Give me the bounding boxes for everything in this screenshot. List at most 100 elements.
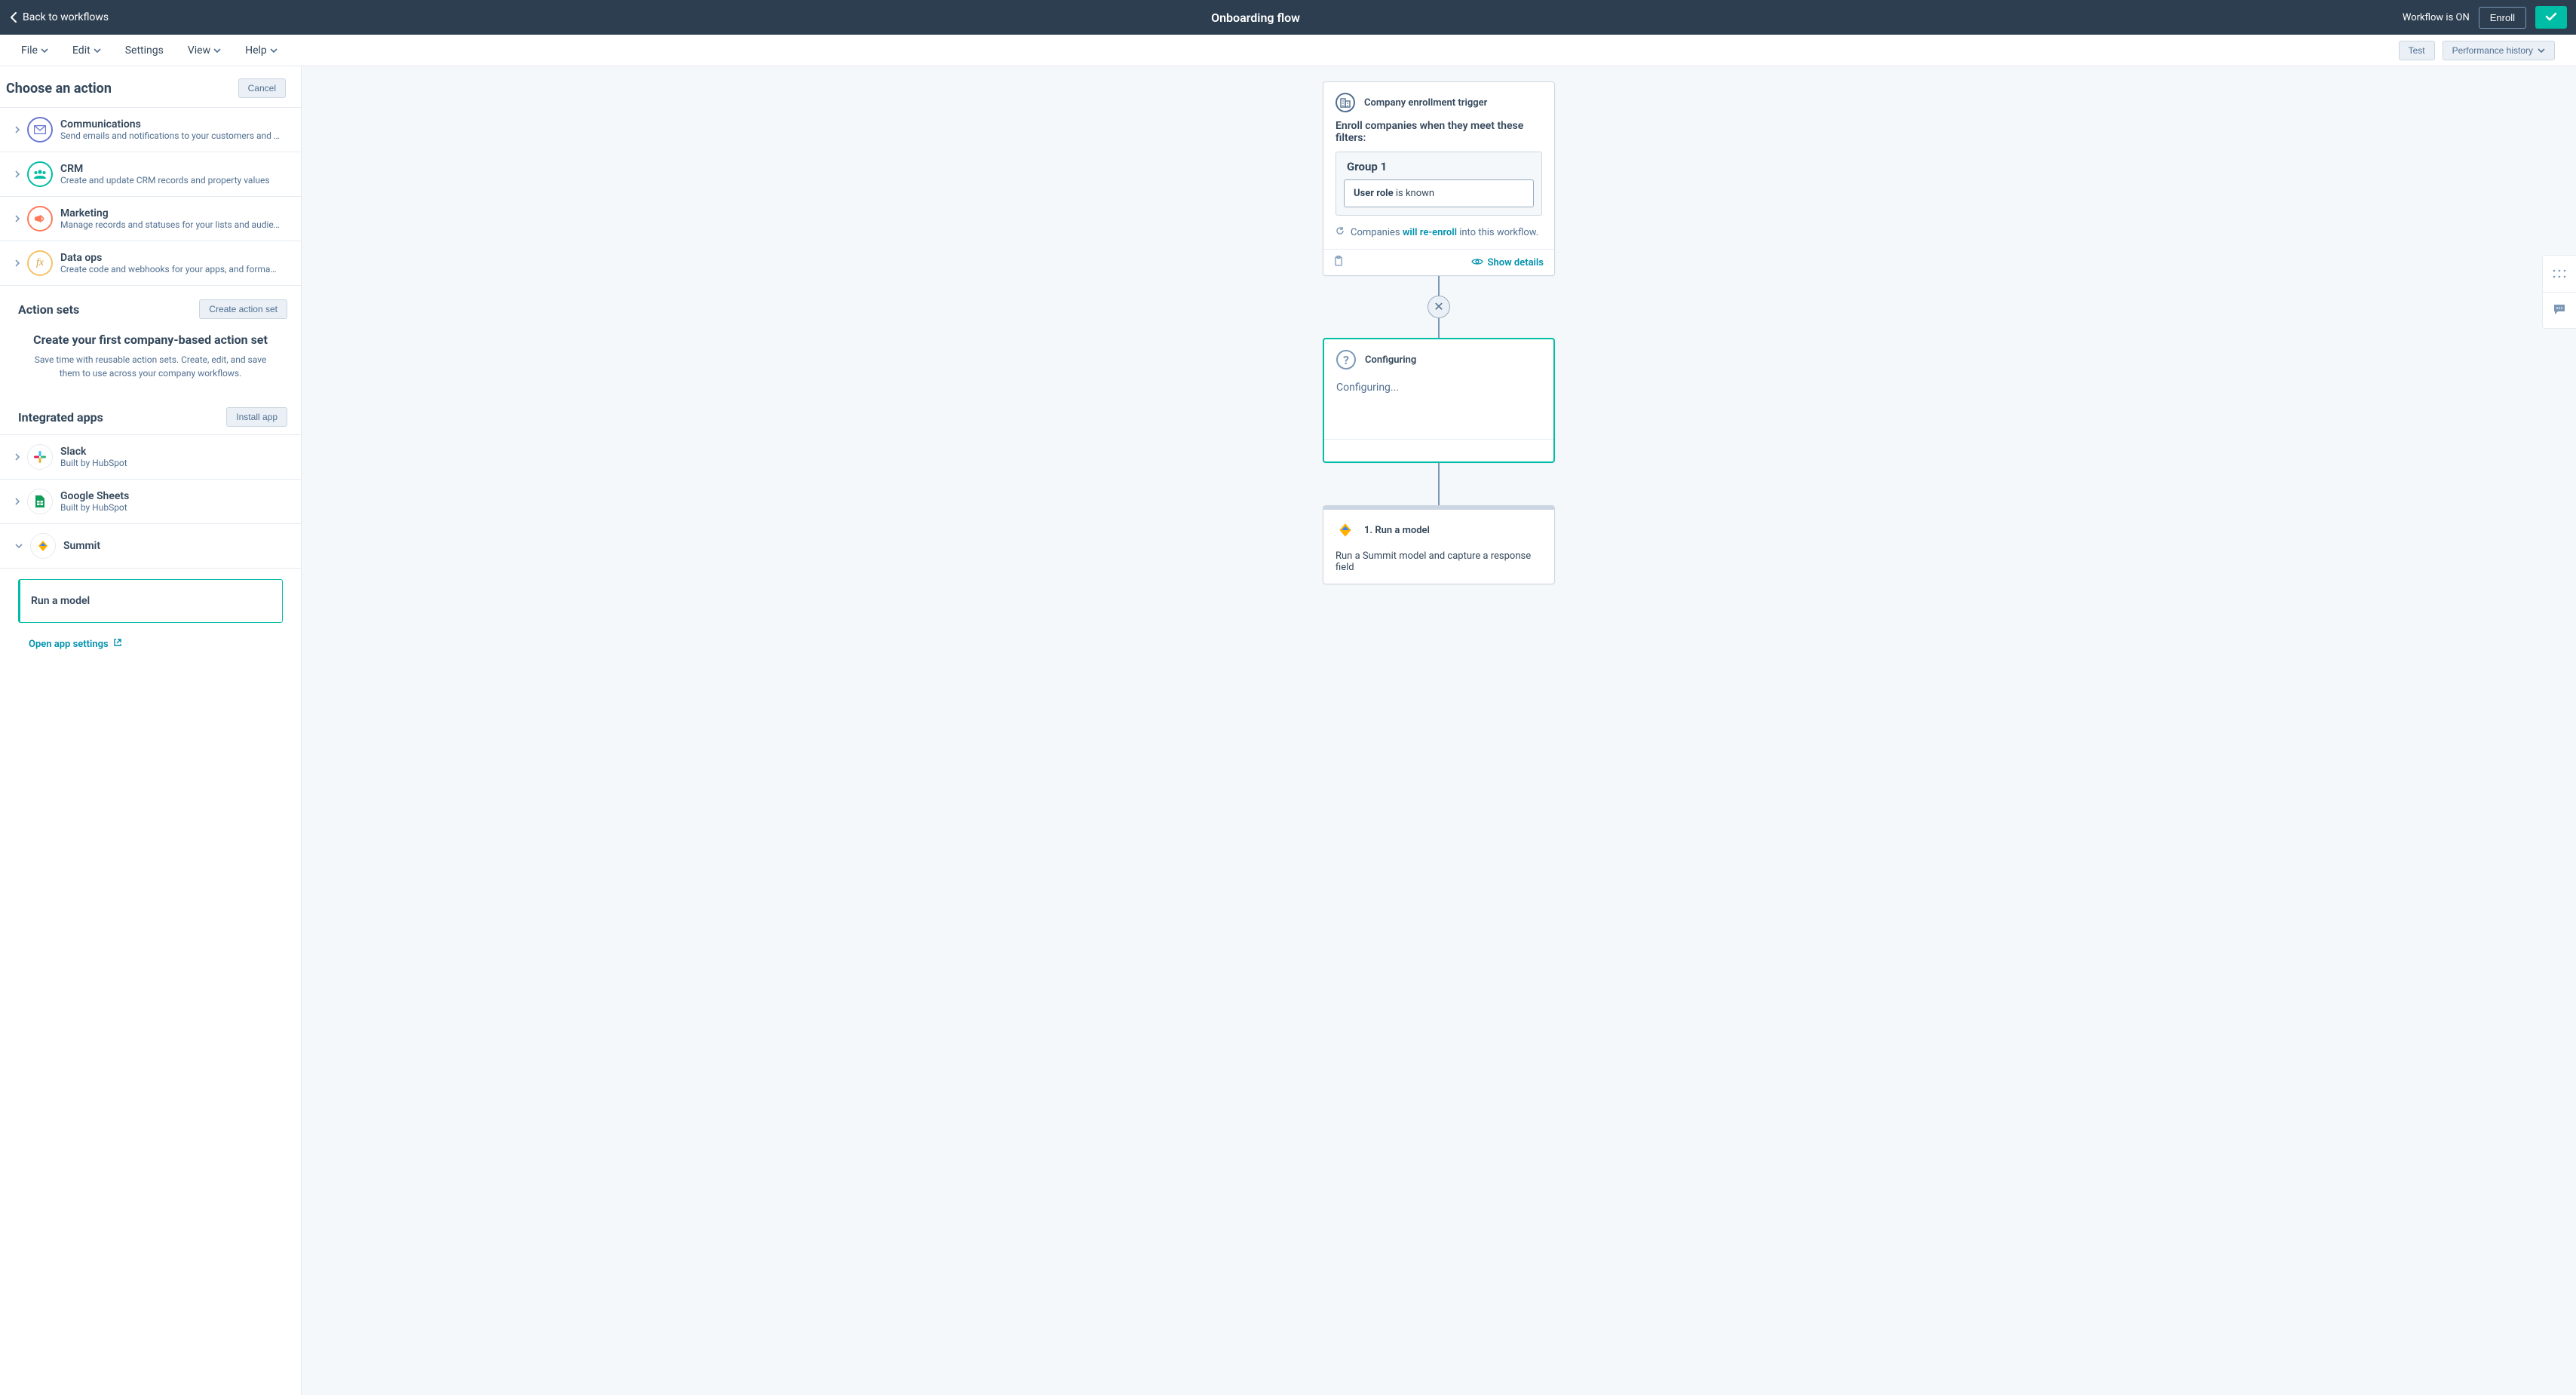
menu-file[interactable]: File (21, 44, 48, 57)
menu-help-label: Help (245, 44, 267, 57)
category-crm[interactable]: CRM Create and update CRM records and pr… (0, 152, 301, 197)
summit-run-model-action[interactable]: Run a model (18, 579, 283, 623)
chevron-left-icon (9, 12, 18, 23)
category-desc: Send emails and notifications to your cu… (60, 130, 289, 141)
perf-history-label: Performance history (2452, 45, 2533, 56)
create-action-set-button[interactable]: Create action set (199, 299, 287, 319)
group-title: Group 1 (1344, 160, 1534, 173)
chevron-right-icon (15, 453, 20, 461)
category-title: CRM (60, 163, 289, 175)
confirm-button[interactable] (2535, 6, 2567, 29)
chevron-down-icon (2538, 48, 2545, 53)
reenroll-post: into this workflow. (1457, 227, 1538, 238)
category-data-ops[interactable]: fx Data ops Create code and webhooks for… (0, 241, 301, 286)
action-sidebar: Choose an action Cancel Communications S… (0, 66, 302, 1395)
category-desc: Create code and webhooks for your apps, … (60, 264, 289, 274)
menu-help[interactable]: Help (245, 44, 278, 57)
show-details-label: Show details (1488, 257, 1544, 268)
app-name: Slack (60, 446, 289, 458)
back-link-label: Back to workflows (23, 11, 109, 23)
clipboard-icon[interactable] (1334, 256, 1343, 269)
category-title: Data ops (60, 252, 289, 264)
external-link-icon (113, 638, 122, 650)
category-desc: Manage records and statuses for your lis… (60, 219, 289, 230)
chevron-down-icon (94, 48, 101, 53)
sidebar-title: Choose an action (6, 81, 112, 97)
enroll-button[interactable]: Enroll (2479, 7, 2526, 29)
grid-icon (2553, 267, 2566, 281)
category-communications[interactable]: Communications Send emails and notificat… (0, 108, 301, 152)
menu-view-label: View (188, 44, 210, 57)
eye-icon (1471, 257, 1483, 268)
open-app-settings-link[interactable]: Open app settings (0, 633, 122, 665)
summit-icon (30, 533, 56, 559)
workflow-title: Onboarding flow (109, 11, 2403, 25)
app-by: Built by HubSpot (60, 458, 289, 468)
integrated-apps-title: Integrated apps (18, 410, 103, 425)
reenroll-highlight: will re-enroll (1403, 227, 1457, 238)
app-google-sheets[interactable]: Google Sheets Built by HubSpot (0, 480, 301, 524)
app-summit[interactable]: Summit (0, 524, 301, 569)
slack-icon (27, 444, 53, 470)
chevron-down-icon (15, 544, 23, 548)
category-marketing[interactable]: Marketing Manage records and statuses fo… (0, 197, 301, 241)
filter-rule[interactable]: User role is known (1344, 179, 1534, 207)
connector (1438, 463, 1440, 505)
configuring-title: Configuring (1365, 354, 1416, 366)
chevron-down-icon (270, 48, 278, 53)
remove-node-button[interactable]: ✕ (1428, 296, 1450, 318)
performance-history-button[interactable]: Performance history (2443, 41, 2555, 60)
configuring-card[interactable]: ? Configuring Configuring... (1323, 338, 1555, 463)
menu-settings-label: Settings (125, 44, 164, 57)
close-icon: ✕ (1434, 301, 1443, 313)
chevron-down-icon (213, 48, 221, 53)
trigger-title: Company enrollment trigger (1364, 97, 1487, 109)
topbar-right: Workflow is ON Enroll (2403, 6, 2567, 29)
question-icon: ? (1336, 350, 1356, 369)
action-sets-title: Action sets (18, 302, 79, 317)
show-details-link[interactable]: Show details (1471, 257, 1544, 268)
main: Choose an action Cancel Communications S… (0, 66, 2576, 1395)
app-by: Built by HubSpot (60, 502, 289, 513)
connector (1438, 318, 1440, 338)
comments-button[interactable] (2543, 292, 2576, 328)
chevron-right-icon (15, 126, 20, 133)
run-model-card[interactable]: 1. Run a model Run a Summit model and ca… (1323, 505, 1555, 584)
sidebar-scroll[interactable]: Communications Send emails and notificat… (0, 108, 301, 1395)
chevron-down-icon (41, 48, 48, 53)
cancel-button[interactable]: Cancel (238, 78, 286, 98)
install-app-button[interactable]: Install app (226, 407, 287, 427)
menubar: File Edit Settings View Help Test Perfor… (0, 35, 2576, 66)
app-slack[interactable]: Slack Built by HubSpot (0, 434, 301, 480)
category-title: Marketing (60, 207, 289, 219)
google-sheets-icon (27, 489, 53, 514)
workflow-status: Workflow is ON (2403, 12, 2470, 23)
menu-settings[interactable]: Settings (125, 44, 164, 57)
envelope-icon (27, 117, 53, 143)
rule-field: User role (1354, 188, 1394, 199)
minimap-button[interactable] (2543, 256, 2576, 292)
trigger-card[interactable]: Company enrollment trigger Enroll compan… (1323, 81, 1555, 276)
function-icon: fx (27, 250, 53, 276)
menu-view[interactable]: View (188, 44, 221, 57)
open-app-settings-label: Open app settings (29, 639, 109, 650)
filter-group[interactable]: Group 1 User role is known (1336, 152, 1542, 216)
building-icon (1336, 93, 1355, 112)
comment-icon (2553, 303, 2566, 318)
refresh-icon (1336, 226, 1345, 238)
people-icon (27, 161, 53, 187)
rule-op: is known (1394, 188, 1434, 199)
trigger-desc: Enroll companies when they meet these fi… (1336, 120, 1542, 144)
right-rail (2542, 255, 2576, 329)
chevron-right-icon (15, 170, 20, 178)
menu-file-label: File (21, 44, 38, 57)
action-sets-empty-desc: Save time with reusable action sets. Cre… (30, 353, 271, 380)
app-name: Google Sheets (60, 490, 289, 502)
workflow-canvas[interactable]: Company enrollment trigger Enroll compan… (302, 66, 2576, 1395)
megaphone-icon (27, 206, 53, 231)
menu-edit[interactable]: Edit (72, 44, 101, 57)
back-to-workflows-link[interactable]: Back to workflows (9, 11, 109, 23)
chevron-right-icon (15, 498, 20, 505)
category-title: Communications (60, 118, 289, 130)
test-button[interactable]: Test (2399, 41, 2435, 60)
